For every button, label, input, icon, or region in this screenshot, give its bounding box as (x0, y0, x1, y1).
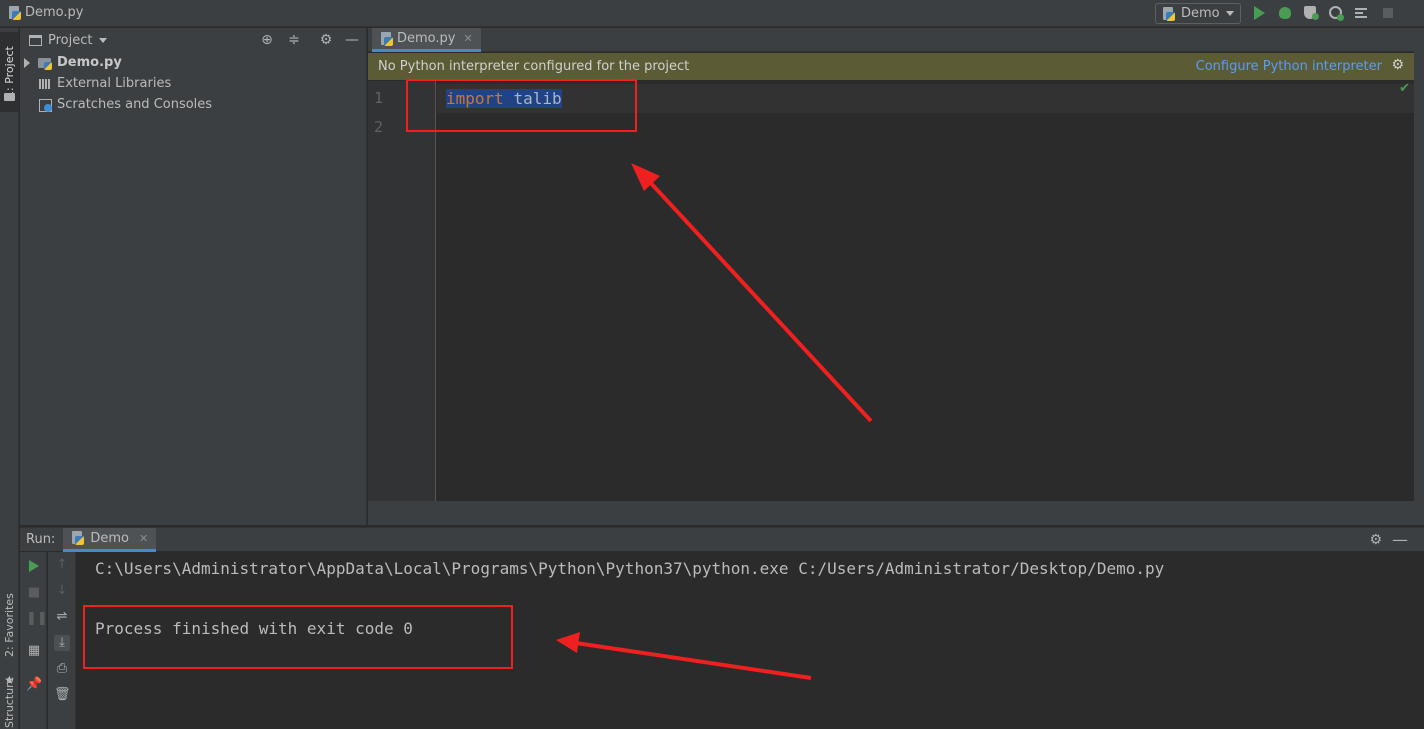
window-title-text: Demo.py (25, 5, 84, 20)
code-selection: import talib (446, 89, 562, 108)
tree-item-demo[interactable]: Demo.py (20, 52, 366, 73)
scratches-icon (38, 98, 54, 112)
line-number: 1 (374, 89, 384, 107)
run-tab-label: Demo (90, 530, 129, 546)
locate-icon[interactable]: ⊕ (259, 32, 275, 48)
check-icon: ✔ (1399, 81, 1410, 96)
code-module: talib (513, 89, 562, 108)
libraries-icon (38, 77, 54, 91)
left-tool-strip: 1: Project 2: Favorites ★ Structure (0, 28, 19, 729)
stop-icon[interactable]: ■ (26, 585, 42, 601)
gear-icon[interactable]: ⚙ (1391, 57, 1404, 73)
tab-structure-label: Structure (3, 676, 16, 729)
run-panel-header: Run: Demo ✕ ⚙ — (20, 527, 1424, 552)
folder-icon (4, 93, 15, 101)
debug-icon[interactable] (1277, 5, 1293, 21)
pause-icon[interactable]: ❚❚ (26, 611, 48, 627)
concurrency-icon[interactable] (1354, 5, 1370, 21)
line-number: 2 (374, 118, 384, 136)
run-toolbar-primary: ■ ❚❚ ▦ 📌 (20, 552, 48, 729)
tab-structure[interactable]: Structure (0, 676, 19, 729)
python-file-icon (380, 31, 393, 46)
run-configuration-select[interactable]: Demo (1155, 3, 1241, 24)
code-keyword: import (446, 89, 504, 108)
run-config-label: Demo (1181, 6, 1220, 21)
window-title: Demo.py (8, 5, 83, 20)
collapse-all-icon[interactable]: ≑ (286, 32, 302, 48)
tree-item-label: External Libraries (57, 76, 172, 91)
tree-item-label: Demo.py (57, 55, 122, 70)
close-icon[interactable]: ✕ (463, 32, 472, 45)
scroll-to-end-icon[interactable]: ⤓ (54, 635, 70, 651)
arrow-up-icon[interactable]: ↑ (54, 557, 70, 573)
code-editor[interactable]: 1 2 import talib ✔ (368, 81, 1414, 501)
soft-wrap-icon[interactable]: ⇌ (54, 609, 70, 625)
print-icon[interactable]: ⎙ (54, 661, 70, 677)
project-panel-header: Project ⊕ ≑ ⚙ — (20, 28, 366, 52)
editor-status-area (368, 501, 1414, 525)
run-panel-label: Run: (26, 532, 56, 547)
run-console-output[interactable]: C:\Users\Administrator\AppData\Local\Pro… (77, 552, 1424, 729)
tab-favorites-label: 2: Favorites (3, 593, 16, 657)
project-view-icon (29, 34, 42, 46)
trash-icon[interactable]: 🗑 (54, 687, 71, 703)
run-tab-demo[interactable]: Demo ✕ (63, 527, 157, 552)
interpreter-warning-banner: No Python interpreter configured for the… (368, 53, 1414, 80)
chevron-down-icon (1226, 11, 1234, 16)
tree-item-scratches[interactable]: Scratches and Consoles (20, 94, 366, 115)
layout-icon[interactable]: ▦ (26, 643, 42, 659)
chevron-down-icon[interactable] (99, 37, 108, 43)
tab-demo-py[interactable]: Demo.py ✕ (372, 28, 481, 52)
project-panel-title[interactable]: Project (48, 33, 92, 48)
tree-item-label: Scratches and Consoles (57, 97, 213, 112)
coverage-icon[interactable] (1302, 5, 1319, 21)
python-icon (1162, 6, 1175, 21)
code-line-1[interactable]: import talib (446, 88, 562, 110)
close-icon[interactable]: ✕ (139, 532, 148, 545)
right-tool-strip (1414, 28, 1424, 525)
editor-tab-bar: Demo.py ✕ (368, 28, 1414, 52)
editor-tab-label: Demo.py (397, 31, 456, 46)
minimize-icon[interactable]: — (1392, 530, 1408, 549)
console-command-line: C:\Users\Administrator\AppData\Local\Pro… (95, 559, 1165, 578)
console-exit-line: Process finished with exit code 0 (95, 619, 413, 638)
python-folder-icon (38, 56, 54, 70)
tab-project-label: 1: Project (3, 46, 16, 98)
current-line-highlight (437, 84, 1414, 113)
minimize-icon[interactable]: — (344, 32, 360, 48)
python-icon (71, 531, 85, 545)
expand-arrow-icon[interactable] (24, 57, 30, 68)
project-panel: Project ⊕ ≑ ⚙ — Demo.py External Librari… (20, 28, 367, 525)
line-number-gutter: 1 2 (368, 81, 436, 501)
gear-icon[interactable]: ⚙ (1369, 532, 1382, 548)
pin-icon[interactable]: 📌 (26, 677, 42, 693)
stop-icon[interactable] (1380, 5, 1396, 21)
tab-favorites[interactable]: 2: Favorites (0, 580, 19, 670)
banner-text: No Python interpreter configured for the… (378, 59, 690, 74)
rerun-icon[interactable] (26, 559, 42, 575)
arrow-down-icon[interactable]: ↓ (54, 583, 70, 599)
profile-icon[interactable] (1328, 5, 1344, 21)
run-icon[interactable] (1251, 5, 1267, 21)
tree-item-external-libraries[interactable]: External Libraries (20, 73, 366, 94)
title-bar: Demo.py Demo (0, 0, 1424, 27)
configure-interpreter-link[interactable]: Configure Python interpreter (1196, 59, 1382, 74)
run-toolbar-secondary: ↑ ↓ ⇌ ⤓ ⎙ 🗑 (48, 552, 76, 729)
python-file-icon (8, 5, 21, 20)
gear-icon[interactable]: ⚙ (318, 32, 334, 48)
